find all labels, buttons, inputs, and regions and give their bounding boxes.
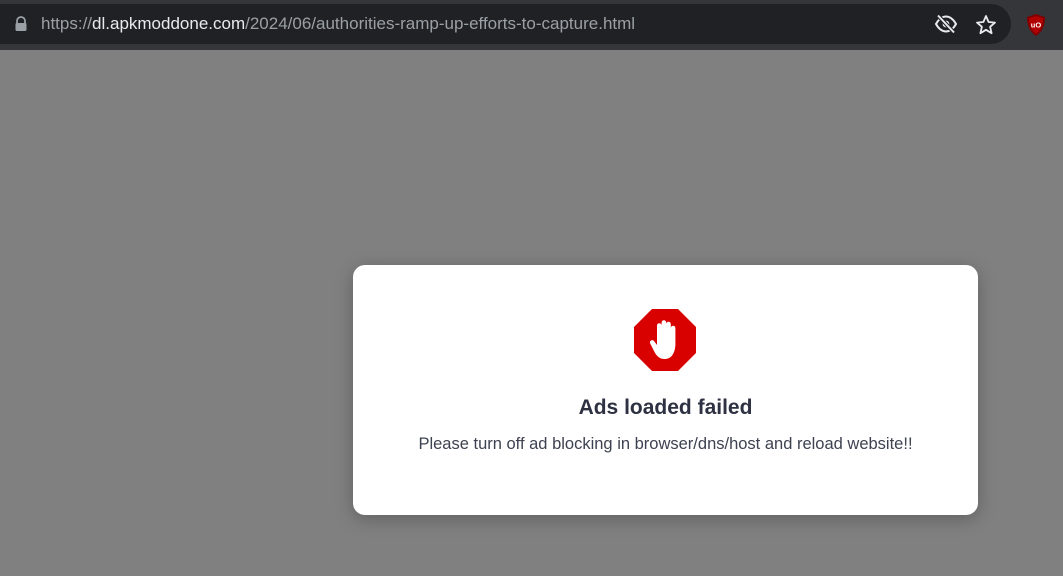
- url-path: /2024/06/authorities-ramp-up-efforts-to-…: [245, 14, 636, 33]
- url-text[interactable]: https://dl.apkmoddone.com/2024/06/author…: [41, 14, 635, 34]
- star-icon[interactable]: [975, 14, 997, 36]
- svg-text:uO: uO: [1031, 21, 1042, 30]
- dialog-message: Please turn off ad blocking in browser/d…: [418, 435, 913, 453]
- eye-slash-icon[interactable]: [934, 14, 958, 34]
- stop-hand-icon: [634, 309, 696, 371]
- adblock-warning-dialog: Ads loaded failed Please turn off ad blo…: [353, 265, 978, 515]
- dialog-title: Ads loaded failed: [578, 396, 753, 419]
- url-scheme: https://: [41, 14, 93, 33]
- lock-icon[interactable]: [14, 16, 28, 32]
- ublock-origin-icon[interactable]: uO: [1025, 13, 1047, 37]
- browser-toolbar: https://dl.apkmoddone.com/2024/06/author…: [0, 0, 1063, 50]
- url-host: dl.apkmoddone.com: [92, 14, 246, 33]
- address-bar[interactable]: https://dl.apkmoddone.com/2024/06/author…: [0, 4, 1011, 44]
